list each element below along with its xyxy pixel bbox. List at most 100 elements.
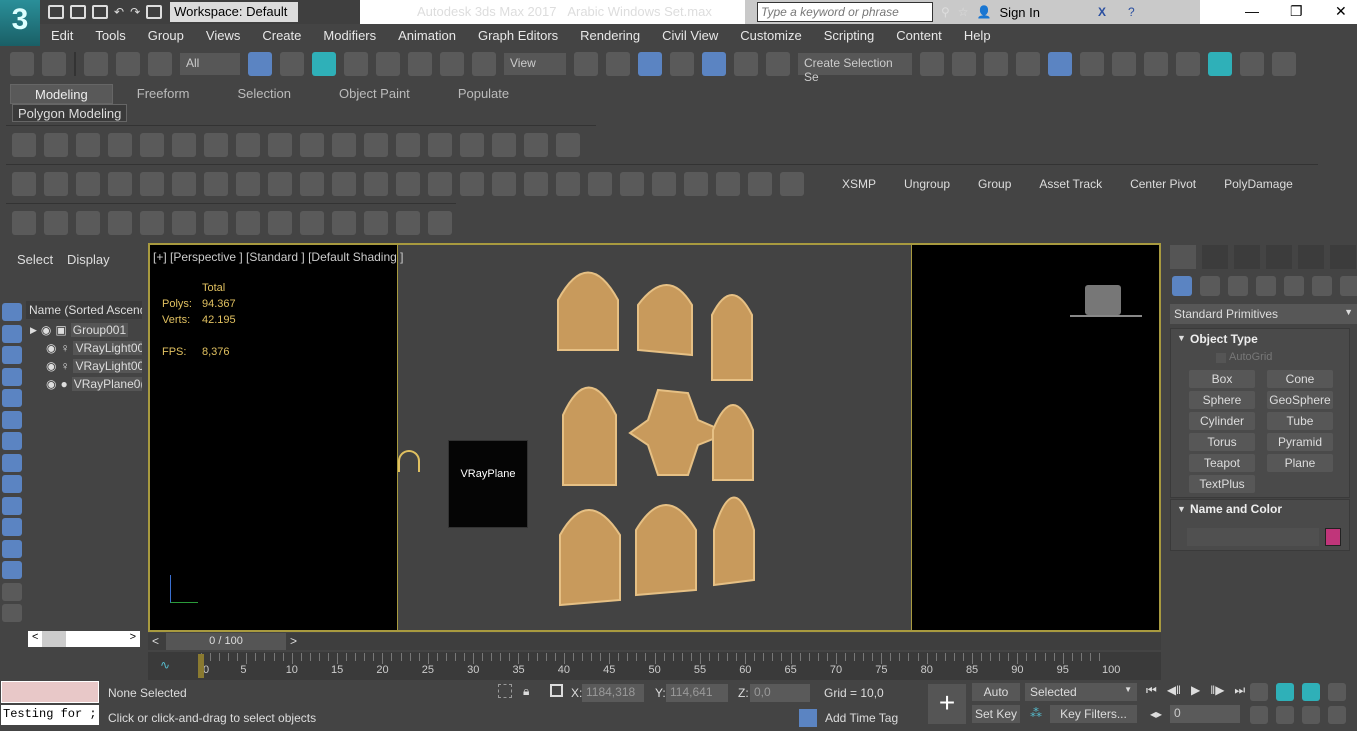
open-file-icon[interactable]	[70, 5, 86, 19]
bind-spacewarp-icon[interactable]	[148, 52, 172, 76]
x-coordinate[interactable]: 1184,318	[582, 684, 644, 702]
display-xrefs-icon[interactable]	[2, 453, 22, 472]
display-particles-icon[interactable]	[2, 518, 22, 536]
display-containers-icon[interactable]	[2, 496, 22, 515]
fur-icon[interactable]	[396, 171, 420, 196]
display-geometry-icon[interactable]	[2, 303, 22, 321]
camera-icon[interactable]	[172, 132, 196, 157]
next-frame-icon[interactable]: ‖▶	[1210, 683, 1224, 698]
globe-icon[interactable]	[44, 210, 68, 235]
viewport-label[interactable]: [+] [Perspective ] [Standard ] [Default …	[153, 250, 403, 264]
primitive-button-cylinder[interactable]: Cylinder	[1189, 412, 1255, 430]
tab-display[interactable]: Display	[67, 252, 110, 267]
curve-editor-icon[interactable]	[1080, 52, 1104, 76]
shapes-category-icon[interactable]	[1200, 276, 1220, 296]
bridge-icon[interactable]	[204, 210, 228, 235]
menu-animation[interactable]: Animation	[387, 28, 467, 43]
texture-icon[interactable]	[780, 171, 804, 196]
window-icon[interactable]	[492, 132, 516, 157]
primitive-button-tube[interactable]: Tube	[1267, 412, 1333, 430]
close-button[interactable]: ✕	[1335, 3, 1347, 20]
object-name-input[interactable]	[1187, 528, 1319, 546]
select-object-icon[interactable]	[248, 52, 272, 76]
selection-filter-dropdown[interactable]: All	[180, 53, 240, 75]
utilities-tab-icon[interactable]	[1330, 245, 1356, 269]
ribbon-toggle-icon[interactable]	[1048, 52, 1072, 76]
set-keys-button[interactable]: +	[928, 684, 966, 724]
pivot-icon[interactable]	[748, 171, 772, 196]
binoculars-icon[interactable]: ⚲	[941, 5, 950, 19]
list-icon[interactable]	[76, 132, 100, 157]
paint-icon[interactable]	[236, 210, 260, 235]
cloud-icon[interactable]	[44, 171, 68, 196]
text-icon[interactable]	[236, 132, 260, 157]
systems-category-icon[interactable]	[1340, 276, 1357, 296]
toolbar-button-asset-track[interactable]: Asset Track	[1029, 177, 1112, 191]
menu-help[interactable]: Help	[953, 28, 1002, 43]
menu-civil-view[interactable]: Civil View	[651, 28, 729, 43]
add-time-tag[interactable]: Add Time Tag	[825, 711, 898, 725]
toolbar-button-xsmp[interactable]: XSMP	[832, 177, 886, 191]
redo-icon[interactable]	[42, 52, 66, 76]
redo-icon[interactable]: ↷	[130, 5, 140, 19]
toggle-2-icon[interactable]	[2, 604, 22, 622]
maxscript-input[interactable]: Testing for ;	[1, 705, 99, 725]
help-icon[interactable]: ?	[1128, 5, 1135, 19]
balls-icon[interactable]	[620, 171, 644, 196]
save-icon[interactable]	[92, 5, 108, 19]
move-icon[interactable]	[268, 210, 292, 235]
field-of-view-icon[interactable]	[1276, 706, 1294, 724]
menu-content[interactable]: Content	[885, 28, 953, 43]
tools-icon[interactable]	[44, 132, 68, 157]
pivot-center-icon[interactable]	[574, 52, 598, 76]
placement-icon[interactable]	[472, 52, 496, 76]
menu-rendering[interactable]: Rendering	[569, 28, 651, 43]
named-selection-sets-dropdown[interactable]: Create Selection Se	[798, 53, 912, 84]
autogrid-checkbox[interactable]	[1216, 353, 1226, 363]
polygon-modeling-panel[interactable]: Polygon Modeling	[12, 104, 128, 122]
rotate-icon[interactable]	[408, 52, 432, 76]
name-column-header[interactable]: Name (Sorted Ascendin	[26, 301, 142, 319]
toolbar-button-polydamage[interactable]: PolyDamage	[1214, 177, 1303, 191]
go-to-start-icon[interactable]: ⏮	[1146, 683, 1157, 698]
object-category-dropdown[interactable]: Standard Primitives ▼	[1170, 304, 1357, 324]
isolate-selection-icon[interactable]	[498, 684, 512, 698]
tree-row[interactable]: ◉ ● VRayPlane0(	[26, 375, 142, 393]
z-coordinate[interactable]: 0,0	[750, 684, 810, 702]
time-config-icon[interactable]	[1250, 706, 1268, 724]
ribbon-tab-modeling[interactable]: Modeling	[10, 84, 113, 104]
cameras-category-icon[interactable]	[1256, 276, 1276, 296]
rotate-icon[interactable]	[300, 210, 324, 235]
angle-snap-icon[interactable]	[702, 52, 726, 76]
primitive-button-box[interactable]: Box	[1189, 370, 1255, 388]
spacewarps-category-icon[interactable]	[1312, 276, 1332, 296]
dome-icon[interactable]	[204, 171, 228, 196]
mirror-icon[interactable]	[364, 210, 388, 235]
object-type-title[interactable]: Object Type	[1190, 332, 1258, 346]
menu-graph-editors[interactable]: Graph Editors	[467, 28, 569, 43]
object-color-swatch[interactable]	[1325, 528, 1341, 546]
time-slider-thumb[interactable]: 0 / 100	[166, 633, 286, 650]
project-icon[interactable]	[146, 5, 163, 19]
lod-icon[interactable]	[684, 171, 708, 196]
maxscript-listener[interactable]	[1, 681, 99, 703]
menu-scripting[interactable]: Scripting	[813, 28, 886, 43]
bulb-icon[interactable]	[556, 132, 580, 157]
play-icon[interactable]: ▶	[1191, 683, 1200, 698]
visibility-eye-icon[interactable]: ◉	[46, 341, 56, 355]
lights-category-icon[interactable]	[1228, 276, 1248, 296]
app-logo[interactable]: 3	[0, 0, 40, 46]
selection-region-icon[interactable]	[312, 52, 336, 76]
viewcube[interactable]	[1085, 285, 1121, 315]
modify-tab-icon[interactable]	[1202, 245, 1228, 269]
frame-step-icon[interactable]: ◂▸	[1150, 707, 1162, 721]
menu-tools[interactable]: Tools	[84, 28, 136, 43]
create-tab-icon[interactable]	[1170, 245, 1196, 269]
perspective-viewport[interactable]: [+] [Perspective ] [Standard ] [Default …	[148, 243, 1161, 632]
time-slider[interactable]: < 0 / 100 >	[148, 633, 1161, 650]
maximize-button[interactable]: ❐	[1290, 3, 1303, 20]
move-icon[interactable]	[376, 52, 400, 76]
teapot-icon[interactable]	[524, 132, 548, 157]
tab-select[interactable]: Select	[17, 252, 53, 267]
frame-buffer-icon[interactable]	[428, 132, 452, 157]
